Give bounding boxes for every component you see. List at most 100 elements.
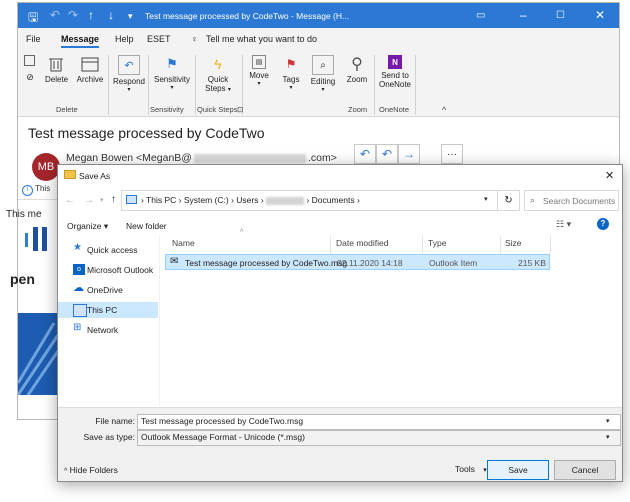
reply-all-button[interactable]: ↶ bbox=[376, 144, 398, 164]
tab-eset[interactable]: ESET bbox=[147, 34, 171, 44]
chevron-down-icon: ▾ bbox=[321, 87, 325, 93]
nav-this-pc[interactable]: This PC bbox=[58, 302, 158, 318]
sensitivity-button[interactable]: ⚑ Sensitivity ▾ bbox=[151, 55, 193, 91]
maximize-icon[interactable]: ☐ bbox=[556, 10, 565, 21]
this-pc-icon bbox=[126, 195, 137, 204]
nav-quick-access[interactable]: ★ Quick access bbox=[58, 242, 158, 258]
search-icon: ⌕ bbox=[312, 55, 334, 75]
column-type[interactable]: Type bbox=[428, 238, 446, 248]
breadcrumb-documents[interactable]: Documents bbox=[312, 195, 355, 205]
address-bar[interactable]: › This PC › System (C:) › Users › › Docu… bbox=[121, 190, 498, 211]
save-button[interactable]: Save bbox=[487, 460, 549, 480]
zoom-button[interactable]: ⚲ Zoom bbox=[344, 55, 370, 84]
more-actions-button[interactable]: ··· bbox=[441, 144, 463, 164]
organize-button[interactable]: Organize ▾ bbox=[67, 221, 108, 232]
save-icon[interactable]: 🖫 bbox=[28, 8, 38, 29]
back-icon[interactable]: ← bbox=[65, 195, 75, 206]
new-folder-button[interactable]: New folder bbox=[126, 221, 167, 231]
file-name-input[interactable]: Test message processed by CodeTwo.msg ▾ bbox=[137, 414, 621, 430]
ribbon: ⊘ Delete Archive ↶ Respond ▾ ⚑ Sensitivi… bbox=[18, 49, 619, 117]
dialog-close-icon[interactable]: ✕ bbox=[605, 169, 614, 182]
dialog-launcher-icon[interactable]: ⊡ bbox=[237, 105, 243, 114]
archive-button[interactable]: Archive bbox=[75, 55, 105, 84]
quick-steps-button[interactable]: ϟ Quick Steps ▾ bbox=[198, 55, 238, 93]
redacted-email bbox=[193, 153, 306, 163]
nav-microsoft-outlook[interactable]: o Microsoft Outlook bbox=[58, 262, 158, 278]
nav-microsoft-outlook-label: Microsoft Outlook bbox=[87, 265, 154, 275]
breadcrumb-this-pc[interactable]: This PC bbox=[146, 195, 176, 205]
quick-steps-label-2: Steps bbox=[205, 84, 226, 93]
previous-item-icon[interactable]: ↑ bbox=[88, 8, 94, 22]
tab-help[interactable]: Help bbox=[115, 34, 134, 44]
forward-icon[interactable]: → bbox=[84, 195, 94, 206]
quick-steps-label-1: Quick bbox=[207, 75, 229, 84]
forward-button[interactable]: → bbox=[398, 144, 420, 164]
tools-button[interactable]: Tools ▾ bbox=[455, 464, 487, 474]
breadcrumb-users[interactable]: Users bbox=[236, 195, 258, 205]
refresh-button[interactable]: ↻ bbox=[498, 190, 520, 211]
file-date-cell: 02.11.2020 14:18 bbox=[337, 258, 403, 268]
save-type-value: Outlook Message Format - Unicode (*.msg) bbox=[141, 432, 305, 442]
search-box[interactable]: ⌕ Search Documents bbox=[524, 190, 619, 211]
window-title: Test message processed by CodeTwo - Mess… bbox=[145, 11, 350, 21]
column-date-modified[interactable]: Date modified bbox=[336, 238, 388, 248]
view-options-icon[interactable]: ☷ ▾ bbox=[556, 219, 571, 230]
redo-icon[interactable]: ↷ bbox=[68, 8, 78, 22]
avatar: MB bbox=[32, 153, 60, 181]
tab-message[interactable]: Message bbox=[61, 34, 100, 48]
next-item-icon[interactable]: ↓ bbox=[108, 8, 114, 22]
sensitivity-icon: ⚑ bbox=[166, 56, 178, 71]
tab-file[interactable]: File bbox=[26, 34, 41, 44]
delete-button[interactable]: Delete bbox=[45, 55, 68, 84]
chevron-down-icon[interactable]: ▾ bbox=[606, 417, 610, 425]
move-button[interactable]: ▤ Move ▾ bbox=[246, 55, 272, 87]
column-name[interactable]: Name bbox=[172, 238, 195, 248]
tags-button[interactable]: ⚑ Tags ▾ bbox=[280, 55, 302, 91]
up-icon[interactable]: ↑ bbox=[111, 194, 116, 205]
archive-label: Archive bbox=[76, 75, 104, 84]
nav-onedrive[interactable]: ☁ OneDrive bbox=[58, 282, 158, 298]
reply-button[interactable]: ↶ bbox=[354, 144, 376, 164]
breadcrumb: › This PC › System (C:) › Users › › Docu… bbox=[141, 195, 360, 205]
editing-button[interactable]: ⌕ Editing ▾ bbox=[308, 55, 338, 93]
ribbon-display-icon[interactable]: ▭ bbox=[476, 10, 485, 21]
cancel-button[interactable]: Cancel bbox=[554, 460, 616, 480]
flag-icon: ⚑ bbox=[285, 57, 297, 71]
search-icon: ⌕ bbox=[530, 195, 536, 205]
table-row[interactable]: ✉ Test message processed by CodeTwo.msg … bbox=[165, 254, 550, 270]
move-icon: ▤ bbox=[252, 55, 266, 69]
breadcrumb-system-c[interactable]: System (C:) bbox=[184, 195, 229, 205]
ignore-button[interactable]: ⊘ bbox=[24, 55, 36, 83]
respond-button[interactable]: ↶ Respond ▾ bbox=[112, 55, 146, 93]
minimize-icon[interactable]: – bbox=[520, 8, 527, 22]
close-icon[interactable]: ✕ bbox=[595, 8, 605, 22]
lightbulb-icon: ♀ bbox=[191, 34, 198, 44]
nav-network[interactable]: ⊞ Network bbox=[58, 322, 158, 338]
group-zoom: Zoom bbox=[348, 105, 368, 114]
save-type-label: Save as type: bbox=[83, 432, 135, 442]
undo-icon[interactable]: ↶ bbox=[50, 8, 60, 22]
customize-toolbar-icon[interactable]: ▾ bbox=[128, 11, 133, 22]
save-as-dialog: Save As ✕ ← → ▾ ↑ › This PC › System (C:… bbox=[57, 164, 623, 482]
save-type-select[interactable]: Outlook Message Format - Unicode (*.msg)… bbox=[137, 430, 621, 446]
recent-locations-icon[interactable]: ▾ bbox=[100, 196, 104, 204]
file-type-cell: Outlook Item bbox=[429, 258, 478, 268]
send-to-onenote-button[interactable]: N Send to OneNote bbox=[378, 55, 412, 89]
collapse-ribbon-icon[interactable]: ^ bbox=[442, 105, 446, 115]
reply-all-icon: ↶ bbox=[381, 147, 393, 161]
group-quick-steps: Quick Steps bbox=[197, 105, 238, 114]
message-subject: Test message processed by CodeTwo bbox=[28, 125, 265, 141]
sender-line[interactable]: Megan Bowen <MeganB@ .com> bbox=[66, 152, 337, 164]
help-icon[interactable]: ? bbox=[597, 218, 609, 230]
message-body-text: This me bbox=[6, 209, 42, 220]
tell-me-box[interactable]: Tell me what you want to do bbox=[206, 34, 317, 44]
column-size[interactable]: Size bbox=[505, 238, 522, 248]
chevron-down-icon[interactable]: ▾ bbox=[606, 433, 610, 441]
hide-folders-button[interactable]: ^ Hide Folders bbox=[64, 465, 118, 475]
chevron-down-icon[interactable]: ▾ bbox=[484, 195, 488, 203]
info-bar: i This bbox=[22, 184, 50, 196]
monitor-icon bbox=[73, 304, 87, 317]
archive-icon bbox=[80, 55, 100, 73]
mail-file-icon: ✉ bbox=[170, 256, 179, 267]
more-icon: ··· bbox=[447, 148, 457, 160]
